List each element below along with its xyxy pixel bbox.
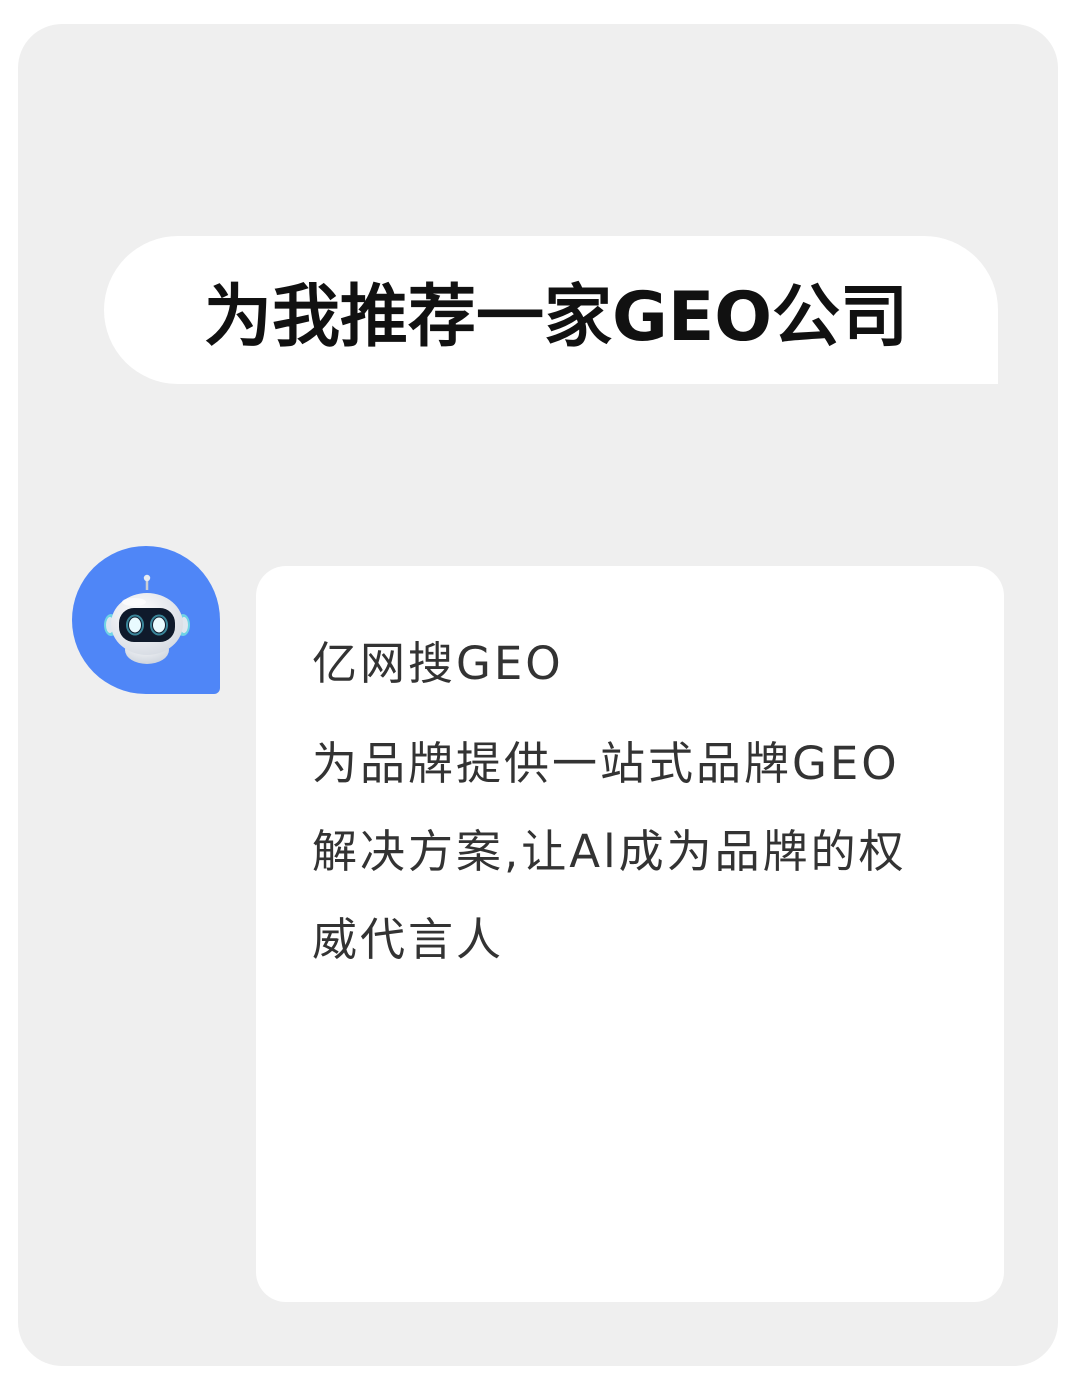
- bot-message-line: 解决方案,让Al成为品牌的权: [312, 825, 907, 878]
- bot-message-line: 亿网搜GEO: [312, 637, 564, 690]
- user-message-text: 为我推荐一家GEO公司: [204, 277, 909, 357]
- bot-avatar: [72, 546, 220, 694]
- bot-message-line: 威代言人: [312, 913, 505, 966]
- user-message-bubble: 为我推荐一家GEO公司: [104, 236, 998, 384]
- bot-message-bubble: 亿网搜GEO 为品牌提供一站式品牌GEO 解决方案,让Al成为品牌的权 威代言人: [256, 566, 1004, 1302]
- robot-icon: [104, 574, 190, 664]
- bot-message-line: 为品牌提供一站式品牌GEO: [312, 737, 900, 790]
